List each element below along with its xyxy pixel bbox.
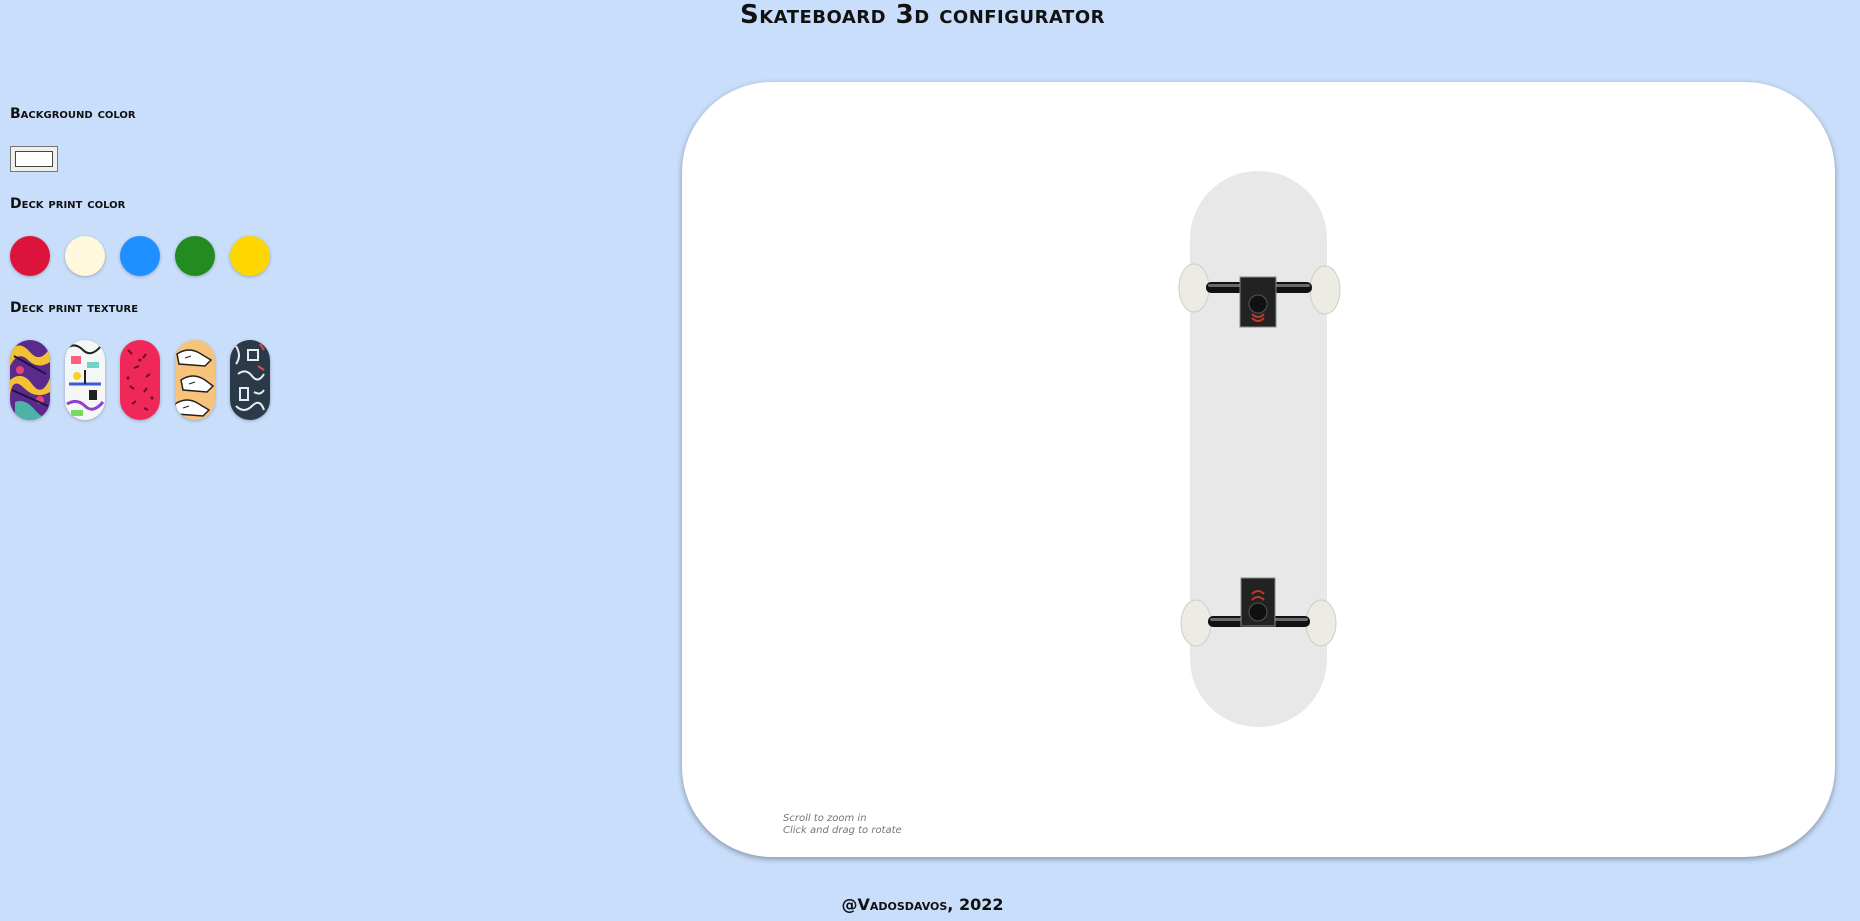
texture-colorful-doodles[interactable] bbox=[65, 340, 105, 420]
texture-orange-sneakers[interactable] bbox=[175, 340, 215, 420]
background-color-label: Background color bbox=[10, 106, 136, 122]
footer-credit: @Vadosdavos, 2022 bbox=[841, 895, 1004, 914]
background-color-picker[interactable] bbox=[10, 146, 58, 172]
viewer-hints: Scroll to zoom in Click and drag to rota… bbox=[783, 813, 902, 837]
texture-dark-graffiti[interactable] bbox=[230, 340, 270, 420]
background-color-swatch bbox=[15, 151, 53, 167]
deck-texture-options bbox=[10, 340, 270, 420]
deck-color-blue[interactable] bbox=[120, 236, 160, 276]
page-title: Skateboard 3d configurator bbox=[740, 0, 1105, 30]
deck-color-green[interactable] bbox=[175, 236, 215, 276]
texture-red-pattern[interactable] bbox=[120, 340, 160, 420]
deck-print-color-label: Deck print color bbox=[10, 196, 126, 212]
3d-viewer[interactable]: Scroll to zoom in Click and drag to rota… bbox=[682, 82, 1835, 857]
deck-print-texture-label: Deck print texture bbox=[10, 300, 139, 316]
texture-purple-yellow-abstract[interactable] bbox=[10, 340, 50, 420]
hint-zoom: Scroll to zoom in bbox=[783, 813, 867, 824]
deck-color-cream[interactable] bbox=[65, 236, 105, 276]
skateboard-deck bbox=[1190, 171, 1327, 727]
deck-color-yellow[interactable] bbox=[230, 236, 270, 276]
skateboard-render[interactable] bbox=[682, 82, 1835, 857]
deck-color-crimson[interactable] bbox=[10, 236, 50, 276]
deck-color-options bbox=[10, 236, 270, 276]
hint-rotate: Click and drag to rotate bbox=[783, 825, 902, 836]
